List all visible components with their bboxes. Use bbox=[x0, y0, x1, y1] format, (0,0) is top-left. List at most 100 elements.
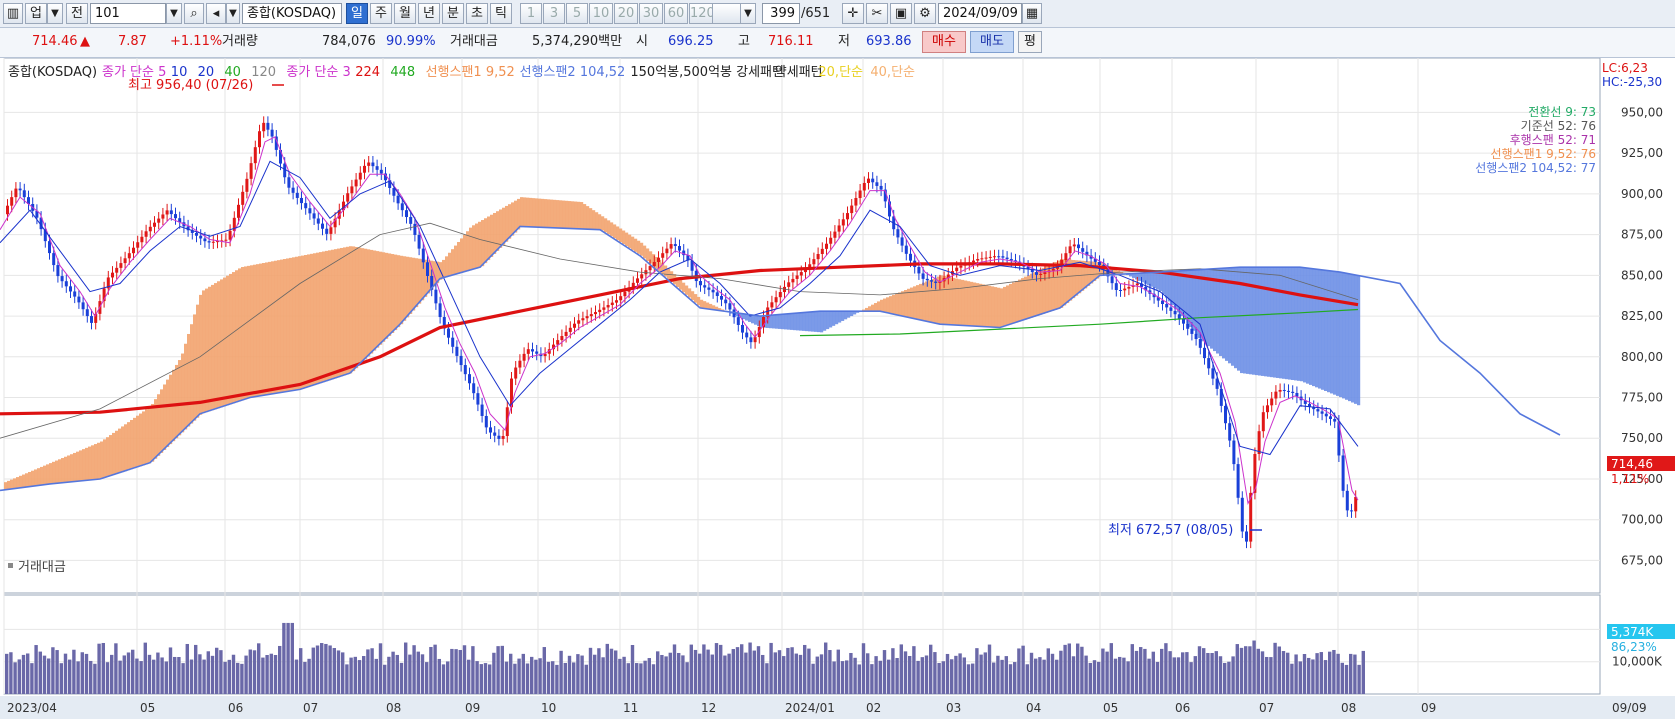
toolbar: ▥ 업 ▼ 전 101 ▼ ⌕ ◂ ▼ 종합(KOSDAQ) 일주월년분초틱 1… bbox=[0, 0, 1675, 28]
candle-body bbox=[426, 262, 429, 276]
cloud-slice bbox=[127, 422, 131, 471]
volume-bar bbox=[672, 644, 677, 694]
cloud-slice bbox=[790, 313, 794, 330]
volume-bar bbox=[1134, 650, 1139, 694]
candle-body bbox=[997, 256, 1001, 258]
code-input[interactable]: 101 bbox=[90, 3, 166, 24]
cloud-slice bbox=[1339, 271, 1343, 398]
cloud-slice bbox=[547, 199, 551, 228]
buy-button[interactable]: 매수 bbox=[922, 31, 966, 53]
candle-body bbox=[598, 309, 602, 313]
volume-bar bbox=[68, 659, 72, 694]
average-button[interactable]: 평 bbox=[1018, 31, 1042, 53]
volume-bar bbox=[370, 648, 374, 694]
tool-icon[interactable]: ✂ bbox=[866, 3, 888, 24]
cloud-slice bbox=[625, 232, 629, 247]
candle-body bbox=[228, 230, 232, 240]
cloud-slice bbox=[247, 265, 251, 399]
chart-menu-icon[interactable]: ▥ bbox=[3, 3, 23, 24]
cloud-slice bbox=[607, 220, 611, 235]
volume-bar bbox=[681, 655, 685, 694]
tab-period-4[interactable]: 분 bbox=[442, 3, 464, 24]
tab-period-0[interactable]: 일 bbox=[346, 3, 368, 24]
candle-body bbox=[770, 302, 774, 308]
volume-label: 거래량 bbox=[222, 34, 258, 49]
volume-bar bbox=[656, 651, 660, 694]
chevron-down-icon[interactable]: ▼ bbox=[740, 3, 756, 24]
tab-period-6[interactable]: 틱 bbox=[490, 3, 512, 24]
type-select[interactable]: 업 bbox=[25, 3, 47, 24]
volume-bar bbox=[912, 646, 916, 694]
interval-button-1[interactable]: 3 bbox=[543, 3, 565, 24]
volume-bar bbox=[618, 658, 622, 694]
save-icon[interactable]: ▣ bbox=[890, 3, 912, 24]
candle-body bbox=[980, 258, 984, 260]
chevron-down-icon[interactable]: ▼ bbox=[226, 3, 240, 24]
cloud-slice bbox=[190, 324, 194, 424]
candle-body bbox=[661, 253, 665, 258]
calendar-icon[interactable]: ▦ bbox=[1022, 3, 1042, 24]
candle-body bbox=[434, 289, 438, 304]
mode-select[interactable]: 전 bbox=[66, 3, 88, 24]
cloud-slice bbox=[787, 313, 791, 330]
cloud-slice bbox=[7, 480, 11, 490]
volume-bar bbox=[328, 645, 332, 694]
cloud-slice bbox=[184, 343, 188, 430]
tab-period-2[interactable]: 월 bbox=[394, 3, 416, 24]
search-icon[interactable]: ⌕ bbox=[184, 3, 204, 24]
volume-bar bbox=[1361, 650, 1365, 694]
gear-icon[interactable]: ⚙ bbox=[914, 3, 936, 24]
count-input[interactable]: 399 bbox=[762, 3, 800, 24]
candle-body bbox=[161, 214, 165, 219]
x-tick-label: 04 bbox=[1026, 701, 1041, 715]
volume-bar bbox=[588, 647, 593, 694]
chevron-down-icon[interactable]: ▼ bbox=[47, 3, 63, 24]
interval-button-4[interactable]: 20 bbox=[614, 3, 638, 24]
x-last-label: 09/09 bbox=[1612, 701, 1647, 715]
volume-bar bbox=[1050, 653, 1055, 694]
volume-bar bbox=[1126, 661, 1130, 694]
interval-button-3[interactable]: 10 bbox=[589, 3, 613, 24]
cloud-slice bbox=[517, 198, 521, 230]
date-input[interactable]: 2024/09/09 bbox=[938, 3, 1022, 24]
interval-button-6[interactable]: 60 bbox=[664, 3, 688, 24]
volume-bar bbox=[987, 644, 992, 694]
cloud-slice bbox=[355, 246, 359, 369]
cloud-slice bbox=[493, 212, 497, 254]
cloud-slice bbox=[454, 245, 458, 275]
volume-bar bbox=[17, 659, 21, 694]
tab-period-1[interactable]: 주 bbox=[370, 3, 392, 24]
sell-button[interactable]: 매도 bbox=[970, 31, 1014, 53]
cloud-slice bbox=[640, 242, 644, 256]
index-name-field[interactable]: 종합(KOSDAQ) bbox=[242, 3, 342, 24]
candle-body bbox=[438, 303, 442, 318]
speaker-icon[interactable]: ◂ bbox=[206, 3, 226, 24]
volume-bar bbox=[1281, 651, 1286, 694]
cloud-slice bbox=[418, 258, 422, 304]
tab-period-5[interactable]: 초 bbox=[466, 3, 488, 24]
candle-body bbox=[921, 273, 925, 279]
cloud-slice bbox=[250, 265, 254, 398]
price-chart[interactable]: 950,00 925,00 900,00 875,00 850,00 825,00 800,… bbox=[0, 58, 1675, 719]
interval-button-2[interactable]: 5 bbox=[566, 3, 588, 24]
cloud-slice bbox=[1003, 286, 1007, 327]
interval-button-0[interactable]: 1 bbox=[520, 3, 542, 24]
tab-period-3[interactable]: 년 bbox=[418, 3, 440, 24]
volume-percent: 90.99% bbox=[386, 34, 436, 49]
chevron-down-icon[interactable]: ▼ bbox=[166, 3, 182, 24]
cloud-slice bbox=[265, 262, 269, 396]
volume-bar bbox=[240, 663, 244, 694]
candle-body bbox=[455, 346, 459, 356]
cloud-slice bbox=[379, 251, 383, 345]
candle-body bbox=[577, 320, 581, 324]
cloud-slice bbox=[571, 201, 575, 229]
volume-bar bbox=[336, 650, 341, 694]
cloud-slice bbox=[586, 206, 590, 230]
volume-bar bbox=[80, 652, 84, 694]
cloud-slice bbox=[985, 285, 989, 327]
candle-body bbox=[111, 272, 114, 278]
crosshair-icon[interactable]: ✛ bbox=[842, 3, 864, 24]
cloud-slice bbox=[1303, 267, 1307, 383]
up-arrow-icon: ▲ bbox=[80, 34, 90, 49]
interval-button-5[interactable]: 30 bbox=[639, 3, 663, 24]
